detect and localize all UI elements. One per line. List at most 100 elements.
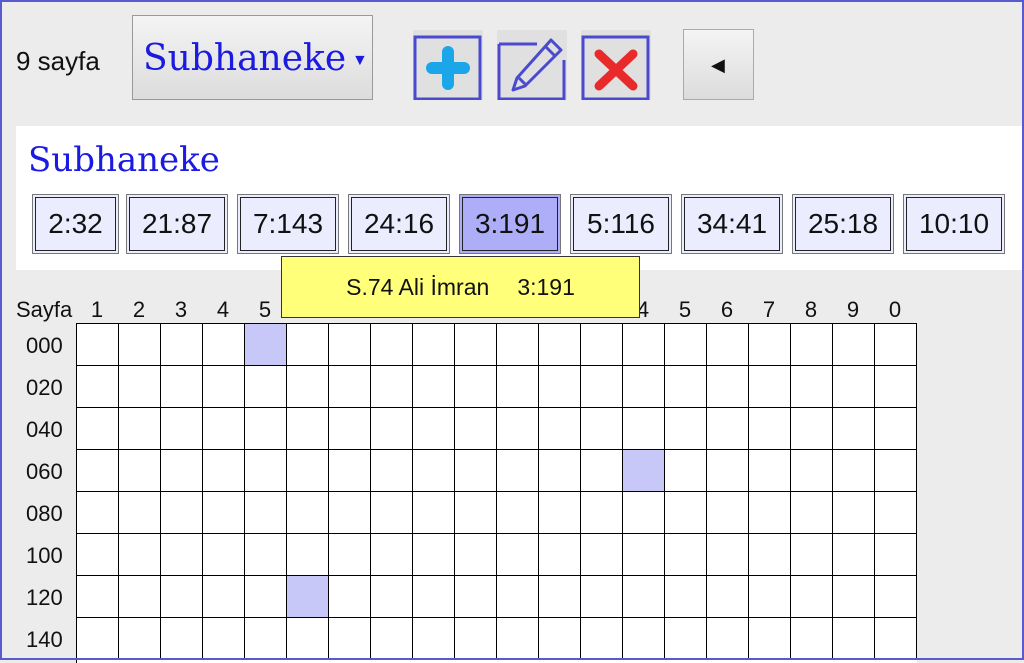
reference-chip[interactable]: 10:10 — [903, 194, 1005, 254]
page-cell[interactable] — [455, 492, 497, 534]
page-cell[interactable] — [329, 534, 371, 576]
page-cell[interactable] — [623, 492, 665, 534]
page-cell[interactable] — [665, 366, 707, 408]
page-cell[interactable] — [791, 492, 833, 534]
page-cell[interactable] — [203, 576, 245, 618]
page-cell[interactable] — [245, 618, 287, 660]
page-cell[interactable] — [371, 408, 413, 450]
page-cell[interactable] — [665, 324, 707, 366]
page-cell[interactable] — [287, 324, 329, 366]
page-cell[interactable] — [497, 408, 539, 450]
reference-chip[interactable]: 25:18 — [792, 194, 894, 254]
page-cell[interactable] — [161, 576, 203, 618]
page-cell[interactable] — [749, 492, 791, 534]
page-cell[interactable] — [665, 534, 707, 576]
page-cell[interactable] — [455, 534, 497, 576]
page-cell[interactable] — [161, 366, 203, 408]
page-cell[interactable] — [203, 408, 245, 450]
reference-chip[interactable]: 3:191 — [459, 194, 561, 254]
page-cell[interactable] — [455, 324, 497, 366]
page-cell[interactable] — [833, 324, 875, 366]
page-cell[interactable] — [287, 576, 329, 618]
page-cell[interactable] — [707, 576, 749, 618]
page-cell[interactable] — [707, 324, 749, 366]
page-cell[interactable] — [749, 366, 791, 408]
page-cell[interactable] — [791, 324, 833, 366]
page-cell[interactable] — [665, 492, 707, 534]
page-cell[interactable] — [287, 618, 329, 660]
page-cell[interactable] — [329, 366, 371, 408]
page-cell[interactable] — [497, 618, 539, 660]
page-cell[interactable] — [581, 324, 623, 366]
page-cell[interactable] — [875, 618, 917, 660]
page-cell[interactable] — [77, 324, 119, 366]
page-cell[interactable] — [875, 576, 917, 618]
page-cell[interactable] — [119, 576, 161, 618]
page-cell[interactable] — [371, 324, 413, 366]
page-cell[interactable] — [287, 534, 329, 576]
page-cell[interactable] — [497, 324, 539, 366]
page-cell[interactable] — [875, 324, 917, 366]
page-cell[interactable] — [539, 576, 581, 618]
page-cell[interactable] — [623, 618, 665, 660]
page-cell[interactable] — [77, 450, 119, 492]
page-cell[interactable] — [287, 408, 329, 450]
page-cell[interactable] — [455, 408, 497, 450]
page-cell[interactable] — [665, 408, 707, 450]
delete-button[interactable] — [581, 30, 651, 100]
reference-chip[interactable]: 2:32 — [32, 194, 119, 254]
page-cell[interactable] — [833, 534, 875, 576]
page-cell[interactable] — [875, 366, 917, 408]
page-cell[interactable] — [119, 324, 161, 366]
page-cell[interactable] — [875, 534, 917, 576]
page-cell[interactable] — [497, 450, 539, 492]
page-cell[interactable] — [77, 576, 119, 618]
page-cell[interactable] — [245, 534, 287, 576]
page-cell[interactable] — [581, 408, 623, 450]
page-cell[interactable] — [161, 492, 203, 534]
page-cell[interactable] — [749, 534, 791, 576]
page-cell[interactable] — [245, 576, 287, 618]
page-cell[interactable] — [665, 618, 707, 660]
page-cell[interactable] — [539, 408, 581, 450]
page-cell[interactable] — [833, 492, 875, 534]
add-button[interactable] — [413, 30, 483, 100]
page-cell[interactable] — [329, 408, 371, 450]
page-cell[interactable] — [539, 450, 581, 492]
page-cell[interactable] — [413, 576, 455, 618]
page-cell[interactable] — [539, 366, 581, 408]
page-cell[interactable] — [833, 618, 875, 660]
page-cell[interactable] — [371, 450, 413, 492]
page-cell[interactable] — [329, 492, 371, 534]
page-cell[interactable] — [287, 366, 329, 408]
page-cell[interactable] — [707, 492, 749, 534]
reference-chip[interactable]: 5:116 — [570, 194, 672, 254]
page-cell[interactable] — [371, 618, 413, 660]
page-cell[interactable] — [791, 366, 833, 408]
page-cell[interactable] — [245, 324, 287, 366]
page-cell[interactable] — [875, 492, 917, 534]
page-cell[interactable] — [413, 450, 455, 492]
page-cell[interactable] — [833, 408, 875, 450]
page-cell[interactable] — [581, 450, 623, 492]
page-cell[interactable] — [581, 576, 623, 618]
edit-button[interactable] — [497, 30, 567, 100]
page-cell[interactable] — [119, 618, 161, 660]
page-cell[interactable] — [791, 618, 833, 660]
reference-chip[interactable]: 7:143 — [237, 194, 339, 254]
page-cell[interactable] — [497, 576, 539, 618]
page-cell[interactable] — [539, 534, 581, 576]
page-cell[interactable] — [77, 366, 119, 408]
page-cell[interactable] — [539, 324, 581, 366]
page-cell[interactable] — [623, 408, 665, 450]
page-cell[interactable] — [77, 534, 119, 576]
page-cell[interactable] — [455, 366, 497, 408]
page-cell[interactable] — [161, 534, 203, 576]
page-cell[interactable] — [749, 450, 791, 492]
page-cell[interactable] — [161, 408, 203, 450]
page-cell[interactable] — [707, 618, 749, 660]
page-cell[interactable] — [245, 492, 287, 534]
page-cell[interactable] — [161, 450, 203, 492]
page-cell[interactable] — [749, 324, 791, 366]
page-cell[interactable] — [791, 534, 833, 576]
